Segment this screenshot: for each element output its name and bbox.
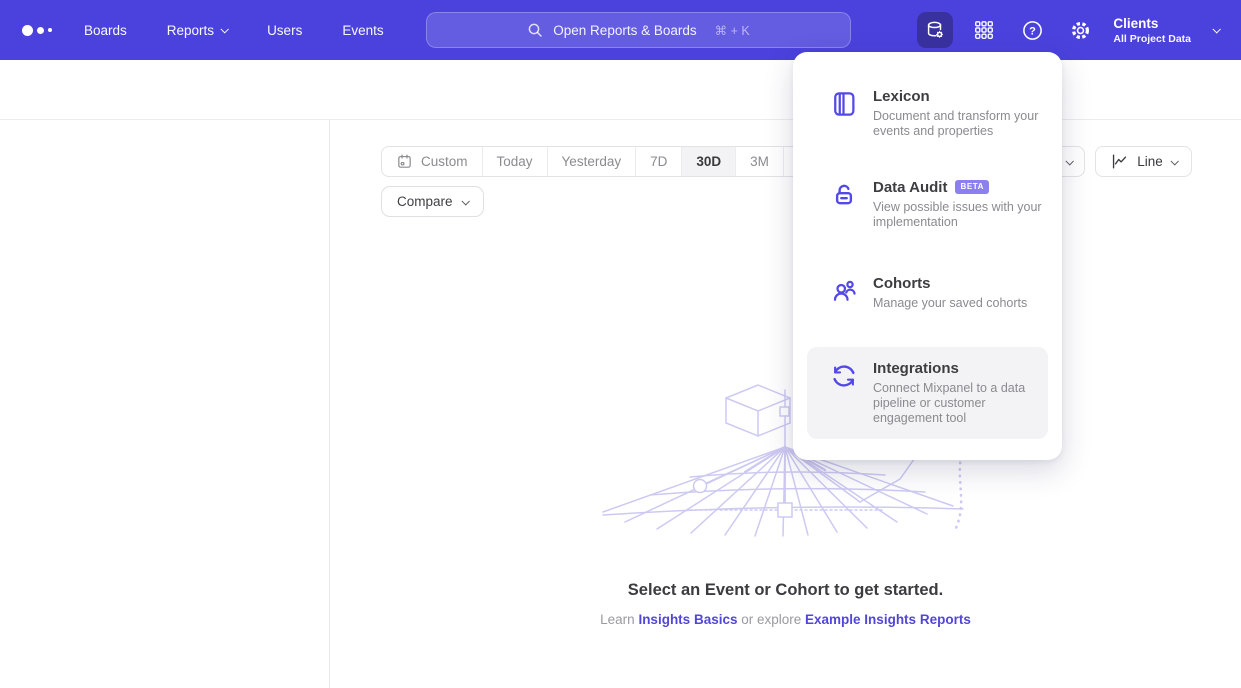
data-management-button[interactable] (917, 12, 953, 48)
range-3m[interactable]: 3M (735, 147, 783, 176)
top-navigation-bar: Boards Reports Users Events Open Reports… (0, 0, 1241, 60)
range-custom-label: Custom (421, 154, 468, 169)
chart-type-label: Line (1137, 154, 1163, 169)
mixpanel-logo-icon[interactable] (22, 25, 66, 36)
range-7d-label: 7D (650, 154, 667, 169)
lexicon-title: Lexicon (873, 88, 930, 105)
range-custom[interactable]: Custom (382, 147, 482, 176)
data-management-menu: Lexicon Document and transform your even… (793, 52, 1062, 460)
range-yesterday-label: Yesterday (562, 154, 622, 169)
chevron-down-icon (221, 25, 229, 33)
range-30d-label: 30D (696, 154, 721, 169)
compare-label: Compare (397, 194, 453, 209)
lexicon-desc: Document and transform your events and p… (873, 109, 1058, 139)
search-icon (527, 22, 543, 38)
help-icon: ? (1021, 19, 1044, 42)
menu-item-text: Data Audit BETA View possible issues with… (873, 179, 1058, 230)
chart-type-dropdown[interactable]: Line (1095, 146, 1192, 177)
range-30d[interactable]: 30D (681, 147, 735, 176)
compare-button[interactable]: Compare (381, 186, 484, 217)
menu-item-text: Integrations Connect Mixpanel to a data … (873, 360, 1058, 426)
apps-grid-button[interactable] (967, 13, 1001, 47)
search-shortcut: ⌘ + K (715, 23, 750, 38)
apps-grid-icon (973, 19, 995, 41)
workspace-name: Clients (1113, 16, 1191, 31)
range-yesterday[interactable]: Yesterday (547, 147, 636, 176)
menu-item-data-audit[interactable]: Data Audit BETA View possible issues with… (793, 179, 1062, 230)
integrations-sync-icon (827, 361, 861, 426)
insights-basics-link[interactable]: Insights Basics (638, 612, 737, 627)
example-insights-reports-link[interactable]: Example Insights Reports (805, 612, 971, 627)
beta-badge: BETA (955, 180, 989, 194)
settings-button[interactable] (1063, 13, 1097, 47)
date-range-selector: Custom Today Yesterday 7D 30D 3M 6M (381, 146, 832, 177)
integrations-title: Integrations (873, 360, 959, 377)
data-audit-desc: View possible issues with your implement… (873, 200, 1058, 230)
svg-text:?: ? (1029, 25, 1036, 37)
nav-users[interactable]: Users (267, 23, 302, 38)
nav-events[interactable]: Events (342, 23, 383, 38)
cohorts-desc: Manage your saved cohorts (873, 296, 1058, 311)
search-placeholder: Open Reports & Boards (553, 23, 696, 38)
range-today[interactable]: Today (482, 147, 547, 176)
search-input[interactable]: Open Reports & Boards ⌘ + K (426, 12, 851, 48)
menu-item-text: Lexicon Document and transform your even… (873, 88, 1058, 139)
data-audit-lock-icon (827, 180, 861, 230)
or-explore-text: or explore (737, 612, 805, 627)
learn-prefix-text: Learn (600, 612, 638, 627)
chevron-down-icon (1212, 25, 1220, 33)
menu-item-lexicon[interactable]: Lexicon Document and transform your even… (793, 88, 1062, 139)
menu-item-text: Cohorts Manage your saved cohorts (873, 275, 1058, 311)
empty-state-title: Select an Event or Cohort to get started… (330, 581, 1241, 600)
menu-item-integrations[interactable]: Integrations Connect Mixpanel to a data … (807, 347, 1048, 439)
calendar-icon (396, 153, 413, 170)
nav-boards[interactable]: Boards (84, 23, 127, 38)
workspace-project: All Project Data (1113, 33, 1191, 45)
gear-icon (1069, 19, 1092, 42)
cohorts-people-icon (827, 276, 861, 311)
nav-reports[interactable]: Reports (167, 23, 227, 38)
help-button[interactable]: ? (1015, 13, 1049, 47)
primary-nav: Boards Reports Users Events (84, 23, 384, 38)
empty-state-subtitle: Learn Insights Basics or explore Example… (330, 612, 1241, 627)
nav-reports-label: Reports (167, 23, 214, 38)
nav-right-controls: ? Clients All Project Data (917, 0, 1241, 60)
workspace-switcher[interactable]: Clients All Project Data (1113, 16, 1191, 45)
chevron-down-icon (1170, 157, 1178, 165)
integrations-desc: Connect Mixpanel to a data pipeline or c… (873, 381, 1058, 426)
nav-events-label: Events (342, 23, 383, 38)
range-today-label: Today (497, 154, 533, 169)
nav-boards-label: Boards (84, 23, 127, 38)
database-gear-icon (924, 19, 946, 41)
line-chart-icon (1110, 152, 1129, 171)
chevron-down-icon (461, 197, 469, 205)
cohorts-title: Cohorts (873, 275, 931, 292)
mixpanel-insights-page: Boards Reports Users Events Open Reports… (0, 0, 1241, 688)
nav-users-label: Users (267, 23, 302, 38)
lexicon-book-icon (827, 89, 861, 139)
range-3m-label: 3M (750, 154, 769, 169)
range-7d[interactable]: 7D (635, 147, 681, 176)
data-audit-title: Data Audit (873, 179, 947, 196)
chevron-down-icon (1065, 157, 1073, 165)
query-builder-sidebar (0, 120, 330, 688)
menu-item-cohorts[interactable]: Cohorts Manage your saved cohorts (793, 275, 1062, 311)
